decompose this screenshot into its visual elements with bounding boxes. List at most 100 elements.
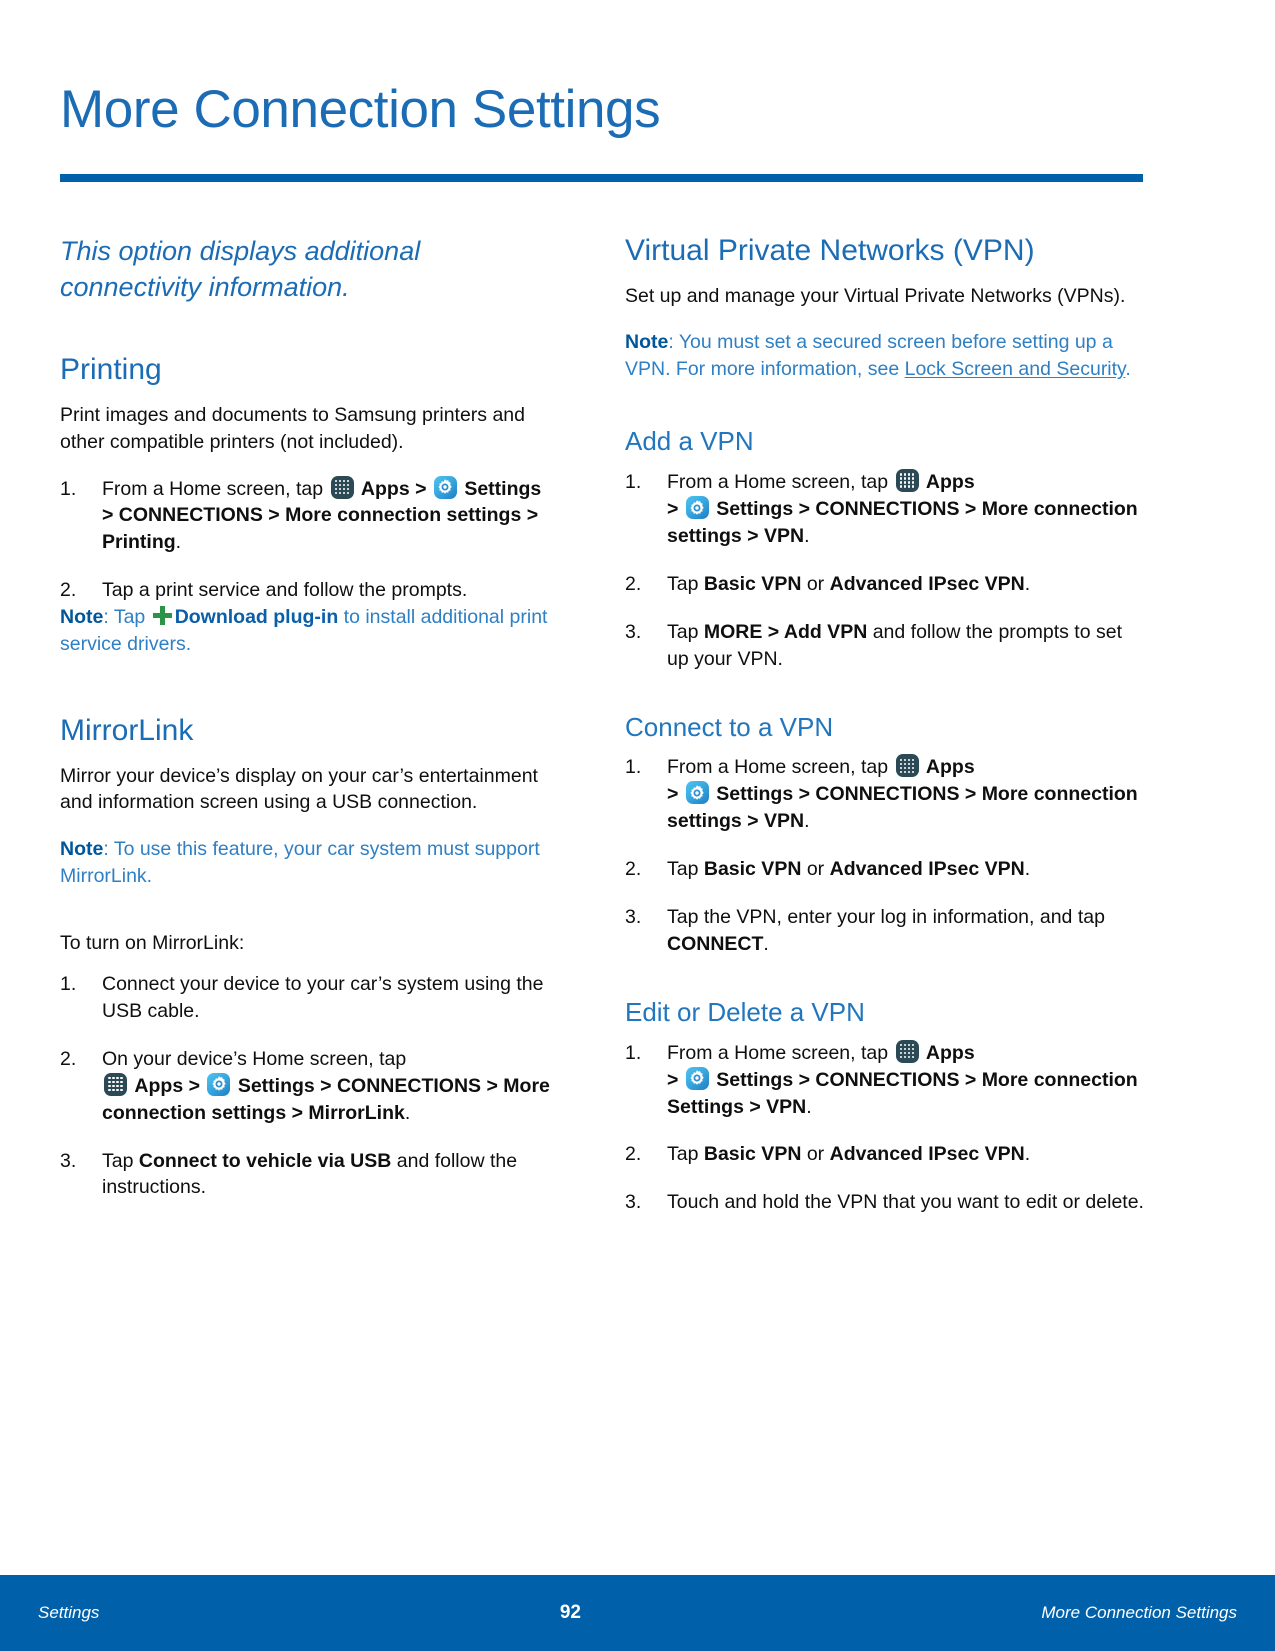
step-item: Tap MORE > Add VPN and follow the prompt…	[625, 619, 1145, 673]
section-heading-connect-vpn: Connect to a VPN	[625, 711, 834, 742]
step-bold-path: Settings > CONNECTIONS > More connection…	[667, 783, 1138, 833]
step-item: Tap Basic VPN or Advanced IPsec VPN.	[625, 1141, 1145, 1168]
link-lock-screen-and-security[interactable]: Lock Screen and Security	[905, 358, 1126, 380]
settings-icon	[685, 1066, 709, 1090]
step-item: Connect your device to your car’s system…	[60, 971, 556, 1025]
note-bold-download-plugin: Download plug-in	[174, 606, 339, 629]
step-text-pre: Tap	[667, 1143, 704, 1166]
step-text-post: .	[1024, 858, 1031, 881]
footer-page-number: 92	[559, 1602, 581, 1623]
note-sep: :	[103, 606, 114, 629]
right-column: Virtual Private Networks (VPN) Set up an…	[625, 234, 1145, 1216]
step-bold-a: Basic VPN	[703, 572, 802, 595]
step-sep: >	[667, 1068, 684, 1091]
add-vpn-steps: From a Home screen, tap Apps > Settings …	[625, 469, 1145, 672]
apps-icon	[895, 469, 919, 493]
mirrorlink-note: Note: To use this feature, your car syst…	[60, 836, 556, 890]
step-sep: >	[667, 783, 684, 806]
step-text-pre: Tap	[667, 858, 704, 881]
step-bold-apps: Apps	[925, 1041, 975, 1064]
section-heading-add-vpn: Add a VPN	[625, 426, 754, 457]
footer-right-label: More Connection Settings	[1041, 1603, 1237, 1622]
settings-icon	[685, 781, 709, 805]
step-bold-b: Add VPN	[783, 620, 868, 643]
settings-icon	[207, 1072, 231, 1096]
plus-icon	[152, 606, 172, 626]
step-item: Tap the VPN, enter your log in informati…	[625, 904, 1145, 958]
step-item: From a Home screen, tap Apps > Settings …	[625, 469, 1145, 550]
step-item: Tap Basic VPN or Advanced IPsec VPN.	[625, 571, 1145, 598]
note-label: Note	[60, 606, 104, 629]
step-sep: or	[801, 572, 830, 595]
step-text-pre: From a Home screen, tap	[667, 756, 894, 779]
mirrorlink-intro: Mirror your device’s display on your car…	[60, 764, 538, 814]
step-bold-path: Settings > CONNECTIONS > More connection…	[667, 1068, 1138, 1118]
step-text-pre: Tap	[667, 572, 704, 595]
step-text-post: .	[806, 1095, 812, 1118]
step-text-post: .	[804, 524, 810, 547]
footer-inner: Settings 92 More Connection Settings	[38, 1575, 1237, 1651]
step-text: Touch and hold the VPN that you want to …	[667, 1191, 1144, 1214]
step-text-pre: From a Home screen, tap	[102, 477, 329, 500]
step-item: Touch and hold the VPN that you want to …	[625, 1189, 1145, 1216]
printing-steps: From a Home screen, tap Apps > Settings …	[60, 475, 556, 605]
note-pre: Tap	[113, 606, 151, 629]
left-column: This option displays additional connecti…	[60, 234, 556, 1216]
step-text-post: .	[404, 1101, 411, 1124]
step-sep: >	[667, 498, 684, 521]
step-bold-b: Advanced IPsec VPN	[829, 1143, 1025, 1166]
step-text-pre: From a Home screen, tap	[667, 471, 894, 494]
step-bold-path: Settings > CONNECTIONS > More connection…	[667, 498, 1138, 547]
step-text-pre: Tap	[102, 1149, 139, 1172]
step-text-post: .	[1024, 1143, 1031, 1166]
step-bold-b: Advanced IPsec VPN	[829, 572, 1025, 595]
note-sep: :	[668, 331, 679, 354]
apps-icon	[104, 1072, 127, 1096]
printing-note: Note: Tap Download plug-in to install ad…	[60, 604, 556, 658]
title-divider	[60, 174, 1143, 182]
step-text: Tap a print service and follow the promp…	[102, 579, 468, 602]
vpn-intro: Set up and manage your Virtual Private N…	[625, 284, 1126, 307]
two-column-body: This option displays additional connecti…	[60, 234, 1215, 1216]
step-sep: or	[801, 858, 830, 881]
step-item: Tap a print service and follow the promp…	[60, 577, 556, 604]
step-text-pre: From a Home screen, tap	[667, 1041, 894, 1064]
section-heading-edit-delete-vpn: Edit or Delete a VPN	[625, 996, 865, 1027]
page-title: More Connection Settings	[60, 80, 661, 139]
step-item: From a Home screen, tap Apps > Settings …	[60, 475, 542, 554]
mirrorlink-steps: Connect your device to your car’s system…	[60, 971, 556, 1201]
step-text-post: .	[804, 810, 810, 833]
apps-icon	[895, 754, 919, 778]
edit-vpn-steps: From a Home screen, tap Apps > Settings …	[625, 1039, 1145, 1217]
note-label: Note	[625, 331, 669, 354]
printing-intro: Print images and documents to Samsung pr…	[60, 403, 526, 453]
step-bold-apps: Apps	[134, 1074, 184, 1097]
section-heading-printing: Printing	[60, 353, 162, 387]
step-text-post: .	[763, 932, 769, 955]
step-sep: or	[801, 1143, 830, 1166]
step-item: Tap Basic VPN or Advanced IPsec VPN.	[625, 856, 1145, 883]
step-sep: >	[183, 1074, 206, 1097]
note-post: .	[1125, 358, 1131, 381]
step-bold-a: Basic VPN	[703, 1143, 802, 1166]
connect-vpn-steps: From a Home screen, tap Apps > Settings …	[625, 754, 1145, 957]
footer-left-label: Settings	[38, 1603, 100, 1622]
step-text-pre: Tap	[667, 620, 704, 643]
note-text: To use this feature, your car system mus…	[60, 838, 540, 888]
page-footer: Settings 92 More Connection Settings	[0, 1575, 1275, 1651]
step-sep: >	[762, 620, 784, 643]
step-bold-apps: Apps	[925, 756, 975, 779]
step-text-pre: On your device’s Home screen, tap	[102, 1047, 407, 1070]
section-heading-vpn: Virtual Private Networks (VPN)	[625, 234, 1035, 267]
apps-icon	[895, 1039, 919, 1063]
step-item: From a Home screen, tap Apps > Settings …	[625, 754, 1145, 835]
step-bold-a: Basic VPN	[703, 858, 802, 881]
step-text-pre: Tap the VPN, enter your log in informati…	[667, 906, 1105, 929]
step-bold-a: MORE	[703, 620, 763, 643]
vpn-note: Note: You must set a secured screen befo…	[625, 329, 1145, 383]
step-item: On your device’s Home screen, tap Apps >…	[60, 1046, 556, 1127]
note-sep: :	[103, 838, 114, 861]
step-bold: Connect to vehicle via USB	[138, 1149, 392, 1172]
mirrorlink-lead-in: To turn on MirrorLink:	[60, 932, 245, 955]
step-item: From a Home screen, tap Apps > Settings …	[625, 1039, 1145, 1121]
